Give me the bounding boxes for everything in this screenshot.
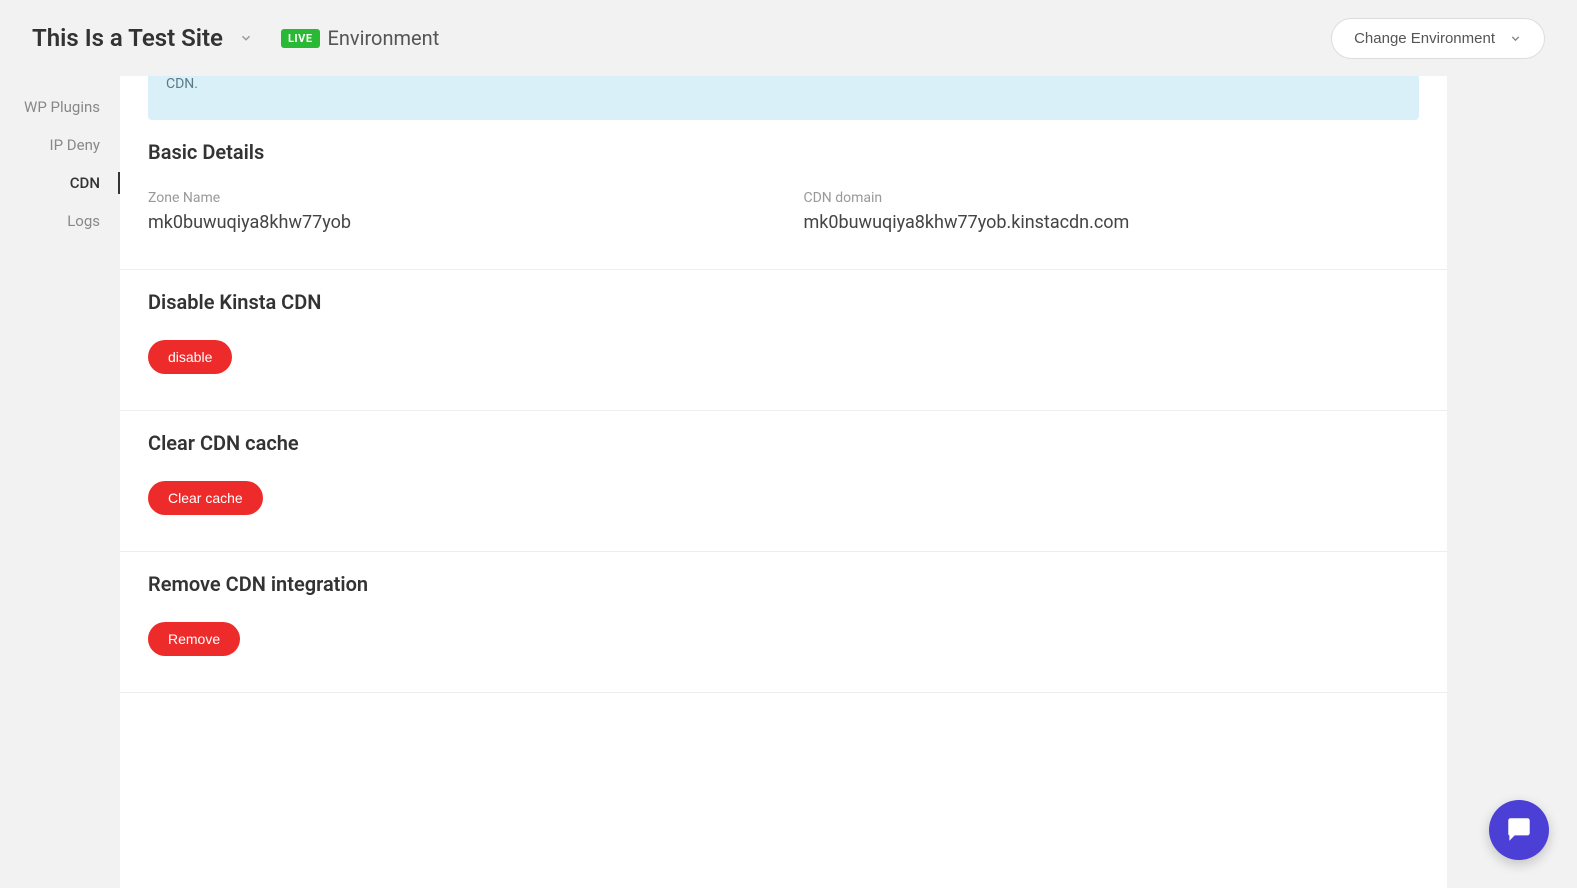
sidebar-item-label: IP Deny (50, 136, 100, 154)
sidebar-item-label: CDN (70, 174, 100, 192)
chevron-down-icon (1509, 32, 1522, 45)
sidebar-item-logs[interactable]: Logs (0, 202, 120, 240)
sidebar-item-cdn[interactable]: CDN (0, 164, 120, 202)
clear-cache-section: Clear CDN cache Clear cache (120, 410, 1447, 551)
remove-button[interactable]: Remove (148, 622, 240, 656)
info-box-text: CDN. (166, 76, 198, 92)
sidebar-item-ip-deny[interactable]: IP Deny (0, 126, 120, 164)
sidebar: WP Plugins IP Deny CDN Logs (0, 76, 120, 888)
remove-integration-section: Remove CDN integration Remove (120, 551, 1447, 692)
cdn-domain-value: mk0buwuqiya8khw77yob.kinstacdn.com (804, 212, 1420, 233)
info-box: CDN. (148, 76, 1419, 120)
live-badge: LIVE (281, 29, 320, 48)
zone-name-column: Zone Name mk0buwuqiya8khw77yob (148, 190, 764, 233)
clear-cache-button[interactable]: Clear cache (148, 481, 263, 515)
main-layout: WP Plugins IP Deny CDN Logs CDN. Basic D… (0, 76, 1577, 888)
site-dropdown-toggle[interactable] (239, 31, 253, 45)
change-environment-button[interactable]: Change Environment (1331, 18, 1545, 59)
chat-fab[interactable] (1489, 800, 1549, 860)
sidebar-item-label: WP Plugins (24, 98, 100, 116)
cdn-domain-column: CDN domain mk0buwuqiya8khw77yob.kinstacd… (804, 190, 1420, 233)
bottom-divider (120, 692, 1447, 693)
basic-details-section: Basic Details Zone Name mk0buwuqiya8khw7… (120, 120, 1447, 269)
page-header: This Is a Test Site LIVE Environment Cha… (0, 0, 1577, 76)
section-title-disable-cdn: Disable Kinsta CDN (148, 290, 1419, 314)
cdn-domain-label: CDN domain (804, 190, 1420, 206)
section-title-clear-cache: Clear CDN cache (148, 431, 1419, 455)
disable-cdn-section: Disable Kinsta CDN disable (120, 269, 1447, 410)
section-title-basic-details: Basic Details (148, 140, 1419, 164)
site-title: This Is a Test Site (32, 24, 223, 52)
zone-name-value: mk0buwuqiya8khw77yob (148, 212, 764, 233)
zone-name-label: Zone Name (148, 190, 764, 206)
details-grid: Zone Name mk0buwuqiya8khw77yob CDN domai… (148, 190, 1419, 233)
sidebar-item-wp-plugins[interactable]: WP Plugins (0, 88, 120, 126)
section-title-remove-integration: Remove CDN integration (148, 572, 1419, 596)
chevron-down-icon (239, 31, 253, 45)
change-environment-label: Change Environment (1354, 30, 1495, 47)
main-content: CDN. Basic Details Zone Name mk0buwuqiya… (120, 76, 1447, 888)
sidebar-item-label: Logs (67, 212, 100, 230)
environment-label: Environment (328, 26, 440, 50)
chat-icon (1504, 815, 1534, 845)
disable-button[interactable]: disable (148, 340, 232, 374)
